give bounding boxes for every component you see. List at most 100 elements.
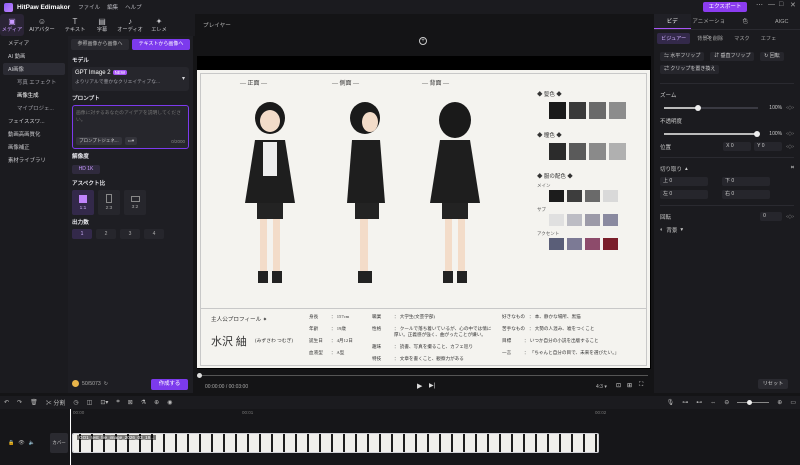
- keyframe-icon[interactable]: ‹◇›: [786, 214, 794, 220]
- flip-vertical-button[interactable]: ⇵ 垂直フリップ: [710, 52, 755, 61]
- next-frame-icon[interactable]: ▶|: [429, 382, 435, 389]
- count-2[interactable]: 2: [96, 229, 116, 239]
- zoom-value[interactable]: 100%: [762, 105, 782, 111]
- tab-image-to-image[interactable]: 参照画像から画像へ: [71, 39, 129, 50]
- track-mute-icon[interactable]: 🔈: [29, 440, 35, 446]
- nav-face-swap[interactable]: フェイススワ...: [3, 115, 65, 127]
- split-button[interactable]: ✂ 分割: [46, 398, 66, 407]
- fit-icon[interactable]: ▭: [790, 399, 796, 406]
- tab-color[interactable]: 色: [727, 14, 764, 29]
- aspect-1-1[interactable]: 1:1: [72, 190, 94, 215]
- tool-text[interactable]: T テキスト: [60, 14, 90, 36]
- screenshot-icon[interactable]: ⊡: [616, 382, 621, 389]
- opacity-value[interactable]: 100%: [762, 131, 782, 137]
- undo-icon[interactable]: ↶: [4, 399, 9, 406]
- speed-icon[interactable]: ⊕: [154, 399, 159, 406]
- nav-asset-library[interactable]: 素材ライブラリ: [3, 154, 65, 166]
- count-4[interactable]: 4: [144, 229, 164, 239]
- subtab-mask[interactable]: マスク: [730, 33, 754, 44]
- timeline-zoom-slider[interactable]: [737, 400, 770, 405]
- aspect-3-2[interactable]: 3:2: [124, 190, 146, 215]
- count-3[interactable]: 3: [120, 229, 140, 239]
- mic-icon[interactable]: 🎙: [667, 399, 675, 406]
- count-1[interactable]: 1: [72, 229, 92, 239]
- ripple-icon[interactable]: ⇔: [710, 400, 716, 406]
- crop-top-input[interactable]: 上 0: [660, 177, 708, 186]
- more-icon[interactable]: ⋯: [756, 1, 763, 9]
- aspect-ratio-select[interactable]: 4:3 ▾: [596, 384, 607, 390]
- generate-button[interactable]: 作成する: [151, 379, 188, 390]
- timeline-ruler[interactable]: 00:00 00:01 00:02: [70, 409, 800, 417]
- zoom-slider[interactable]: [664, 104, 759, 111]
- settings-icon[interactable]: ⊞: [627, 382, 632, 389]
- track-eye-icon[interactable]: 👁: [18, 440, 24, 446]
- aspect-2-3[interactable]: 2:3: [98, 190, 120, 215]
- opacity-slider[interactable]: [664, 130, 761, 137]
- close-icon[interactable]: ✕: [790, 1, 796, 9]
- background-toggle-icon[interactable]: ◐: [660, 227, 663, 233]
- ai-tool-icon[interactable]: ⚗: [141, 399, 146, 406]
- keyframe-icon[interactable]: ‹◇›: [786, 144, 794, 150]
- position-x-input[interactable]: X 0: [723, 142, 752, 151]
- position-y-input[interactable]: Y 0: [754, 142, 783, 151]
- progress-bar[interactable]: [198, 375, 648, 376]
- cover-button[interactable]: カバー: [50, 433, 68, 453]
- subtab-visual[interactable]: ビジュアー: [657, 33, 691, 44]
- menu-file[interactable]: ファイル: [78, 3, 100, 11]
- nav-ai-video[interactable]: AI 動画: [3, 50, 65, 62]
- nav-video-enhance[interactable]: 動画高画質化: [3, 128, 65, 140]
- replace-clip-button[interactable]: ⇄ クリップを置き換え: [660, 65, 720, 74]
- crop-left-input[interactable]: 左 0: [660, 190, 708, 199]
- resolution-option[interactable]: HD 1K: [72, 165, 100, 174]
- crop-icon[interactable]: ⌗: [791, 165, 794, 172]
- prompt-input[interactable]: [76, 109, 185, 133]
- zoom-in-icon[interactable]: ⊕: [777, 399, 782, 406]
- timeline-clip[interactable]: GO1_test_file_image_2026_03_19...: [72, 433, 599, 453]
- play-icon[interactable]: ▶: [417, 382, 422, 390]
- fullscreen-icon[interactable]: ⛶: [639, 382, 643, 389]
- tool-audio[interactable]: ♪ オーディオ: [114, 14, 146, 36]
- nav-image-fix[interactable]: 画像補正: [3, 141, 65, 153]
- menu-help[interactable]: ヘルプ: [125, 3, 142, 11]
- keyframe-icon[interactable]: ‹◇›: [786, 105, 794, 111]
- chevron-down-icon[interactable]: ▾: [680, 227, 683, 233]
- menu-edit[interactable]: 編集: [107, 3, 118, 11]
- reset-button[interactable]: リセット: [758, 379, 788, 389]
- stopwatch-icon[interactable]: ◷: [73, 399, 78, 406]
- rotation-input[interactable]: 0: [760, 212, 783, 221]
- track-lock-icon[interactable]: 🔒: [8, 440, 14, 446]
- keyframe-icon[interactable]: ‹◇›: [786, 131, 794, 137]
- timeline-zoom-knob[interactable]: [747, 400, 753, 405]
- crop-bottom-input[interactable]: 下 0: [722, 177, 770, 186]
- nav-image-gen[interactable]: 画像生成: [3, 89, 65, 101]
- tool-element[interactable]: ✦ エレメ: [146, 14, 172, 36]
- tool-subtitle[interactable]: ▤ 字幕: [90, 14, 114, 36]
- progress-knob[interactable]: [197, 373, 202, 378]
- redo-icon[interactable]: ↷: [17, 399, 22, 406]
- freeze-icon[interactable]: ⊡▾: [100, 399, 108, 406]
- delete-icon[interactable]: 🗑: [30, 399, 38, 406]
- link-icon[interactable]: ⊶: [682, 399, 688, 406]
- crop-right-input[interactable]: 右 0: [722, 190, 770, 199]
- crop-tool-icon[interactable]: ⌗: [116, 399, 119, 406]
- zoom-out-icon[interactable]: ⊖: [724, 399, 729, 406]
- marker-icon[interactable]: ◫: [87, 399, 93, 406]
- nav-my-project[interactable]: マイプロジェ...: [3, 102, 65, 114]
- tool-avatar[interactable]: ☺ AIアバター: [24, 14, 60, 36]
- flip-horizontal-button[interactable]: ⇋ 水平フリップ: [660, 52, 705, 61]
- subtab-remove-bg[interactable]: 背景を削除: [693, 33, 727, 44]
- nav-photo-effect[interactable]: 写真 エフェクト: [3, 76, 65, 88]
- export-button[interactable]: エクスポート: [703, 2, 747, 12]
- minimize-icon[interactable]: —: [768, 1, 775, 8]
- prompt-generator-button[interactable]: プロンプトジェネ...: [76, 137, 122, 145]
- transition-icon[interactable]: ⊠: [128, 399, 133, 406]
- playhead[interactable]: [70, 409, 71, 465]
- tab-video[interactable]: ビデ: [654, 14, 691, 29]
- record-icon[interactable]: ◉: [167, 399, 172, 406]
- chevron-up-icon[interactable]: ▴: [685, 166, 688, 172]
- rotate-button[interactable]: ↻ 回転: [760, 52, 784, 61]
- maximize-icon[interactable]: □: [779, 1, 783, 8]
- model-select[interactable]: GPT Image 2 NEW よりリアルで豊かなクリエイティブな... ▾: [72, 67, 189, 91]
- image-upload-icon[interactable]: ▭▾: [124, 137, 138, 145]
- snap-icon[interactable]: ⊷: [696, 399, 702, 406]
